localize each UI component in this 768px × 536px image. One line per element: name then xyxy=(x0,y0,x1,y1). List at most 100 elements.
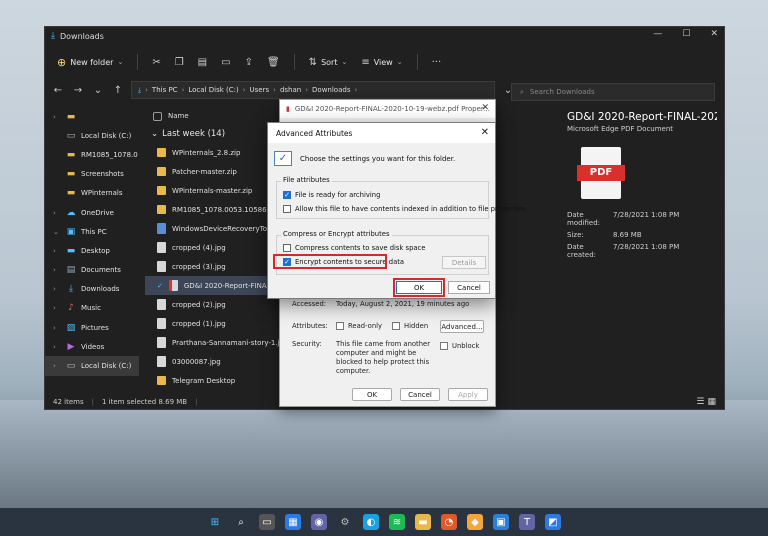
archiving-checkbox[interactable]: ✓ xyxy=(283,191,291,199)
details-view-icon[interactable]: ☰ xyxy=(696,397,704,407)
widgets-icon[interactable]: ▦ xyxy=(285,514,301,530)
address-bar[interactable]: ⤓ › This PC › Local Disk (C:) › Users › … xyxy=(131,81,495,99)
title-bar: ⤓ Downloads xyxy=(45,27,724,45)
breadcrumb[interactable]: Downloads xyxy=(312,86,350,94)
view-button[interactable]: ≡ View ⌄ xyxy=(361,57,402,68)
chat-icon[interactable]: ◉ xyxy=(311,514,327,530)
cancel-button[interactable]: Cancel xyxy=(400,388,440,401)
close-icon[interactable]: ✕ xyxy=(481,103,489,113)
pictures-icon: ▨ xyxy=(66,322,76,333)
ok-button[interactable]: OK xyxy=(352,388,392,401)
download-icon: ⤓ xyxy=(138,85,142,94)
minimize-icon[interactable]: — xyxy=(653,29,662,39)
sidebar-item-rm1085[interactable]: ▬ RM1085_1078.0 xyxy=(45,145,139,164)
compress-checkbox[interactable] xyxy=(283,244,291,252)
sidebar-item-desktop[interactable]: › ▬ Desktop xyxy=(45,241,139,260)
pdf-icon: ▮ xyxy=(286,105,290,113)
recent-locations-icon[interactable]: ⌄ xyxy=(91,85,105,96)
breadcrumb[interactable]: Local Disk (C:) xyxy=(188,86,238,94)
new-folder-icon: ⊕ xyxy=(57,55,67,69)
sidebar-item-music[interactable]: › ♪ Music xyxy=(45,299,139,318)
up-arrow-icon[interactable]: ↑ xyxy=(111,85,125,96)
unblock-checkbox[interactable] xyxy=(440,342,448,350)
forward-arrow-icon[interactable]: → xyxy=(71,85,85,96)
compress-option[interactable]: Compress contents to save disk space xyxy=(283,244,425,252)
app-icon[interactable]: ◩ xyxy=(545,514,561,530)
sort-button[interactable]: ⇅ Sort ⌄ xyxy=(309,57,348,68)
archiving-option[interactable]: ✓ File is ready for archiving xyxy=(283,191,380,199)
task-view-icon[interactable]: ▭ xyxy=(259,514,275,530)
spotify-icon[interactable]: ≋ xyxy=(389,514,405,530)
new-folder-button[interactable]: ⊕ New folder ⌄ xyxy=(57,56,123,69)
sidebar-item-screenshots[interactable]: ▬ Screenshots xyxy=(45,165,139,184)
app-icon[interactable]: ◆ xyxy=(467,514,483,530)
folder-icon: ▬ xyxy=(66,149,76,160)
attributes-row: Attributes: Read-only Hidden xyxy=(292,322,429,330)
close-icon[interactable]: ✕ xyxy=(481,127,489,138)
file-explorer-icon[interactable]: ▬ xyxy=(415,514,431,530)
zip-folder-icon xyxy=(157,167,166,176)
sidebar-item-onedrive[interactable]: › ☁ OneDrive xyxy=(45,203,139,222)
sidebar-item-this-pc[interactable]: ⌄ ▣ This PC xyxy=(45,222,139,241)
sidebar-item-wpinternals[interactable]: ▬ WPinternals xyxy=(45,184,139,203)
command-bar: ⊕ New folder ⌄ ✂ ❐ ▤ ▭ ⇪ 🗑 ⇅ Sort ⌄ ≡ Vi… xyxy=(45,45,724,79)
settings-gear-icon[interactable]: ⚙ xyxy=(337,514,353,530)
breadcrumb[interactable]: Users xyxy=(250,86,270,94)
sidebar-item-local-disk[interactable]: ▭ Local Disk (C:) xyxy=(45,126,139,145)
share-icon[interactable]: ⇪ xyxy=(245,57,253,68)
tiles-view-icon[interactable]: ▦ xyxy=(707,397,716,407)
image-file-icon xyxy=(157,261,166,272)
prop-date-modified: Date modified: 7/28/2021 1:08 PM xyxy=(567,211,680,227)
cut-icon[interactable]: ✂ xyxy=(152,57,160,68)
search-icon[interactable]: ⌕ xyxy=(233,514,249,530)
paste-icon[interactable]: ▤ xyxy=(198,57,207,68)
ok-button[interactable]: OK xyxy=(396,281,442,294)
advanced-button[interactable]: Advanced... xyxy=(440,320,484,333)
details-button[interactable]: Details xyxy=(442,256,486,269)
hidden-checkbox[interactable] xyxy=(392,322,401,330)
sidebar-item-pictures[interactable]: › ▨ Pictures xyxy=(45,318,139,337)
sidebar-item-documents[interactable]: › ▤ Documents xyxy=(45,261,139,280)
sidebar-item-videos[interactable]: › ▶ Videos xyxy=(45,337,139,356)
navigation-pane: › ▬ ▭ Local Disk (C:) ▬ RM1085_1078.0 ▬ Scre… xyxy=(45,107,139,397)
breadcrumb[interactable]: dshan xyxy=(280,86,301,94)
name-column-header[interactable]: Name xyxy=(168,112,189,120)
search-box[interactable]: ⌕ Search Downloads xyxy=(511,83,715,101)
indexing-checkbox[interactable] xyxy=(283,205,291,213)
window-title: Downloads xyxy=(59,31,104,41)
store-icon[interactable]: ▣ xyxy=(493,514,509,530)
drive-icon: ▭ xyxy=(66,130,76,141)
copy-icon[interactable]: ❐ xyxy=(175,57,184,68)
more-options-button[interactable]: ··· xyxy=(432,57,442,68)
toolbar-divider xyxy=(293,54,295,70)
teams-icon[interactable]: T xyxy=(519,514,535,530)
breadcrumb[interactable]: This PC xyxy=(152,86,178,94)
sidebar-item-quick-folder[interactable]: › ▬ xyxy=(45,107,139,126)
close-icon[interactable]: ✕ xyxy=(710,29,718,39)
maximize-icon[interactable]: ☐ xyxy=(682,29,690,39)
delete-icon[interactable]: 🗑 xyxy=(267,57,280,68)
videos-icon: ▶ xyxy=(67,341,75,352)
folder-icon xyxy=(157,376,166,385)
advanced-attributes-dialog: Advanced Attributes ✕ ✓ Choose the setti… xyxy=(267,122,525,299)
back-arrow-icon[interactable]: ← xyxy=(51,85,65,96)
rename-icon[interactable]: ▭ xyxy=(221,57,230,68)
edge-browser-icon[interactable]: ◐ xyxy=(363,514,379,530)
pdf-file-icon xyxy=(168,280,178,291)
indexing-option[interactable]: Allow this file to have contents indexed… xyxy=(283,205,525,213)
security-row: Security: This file came from another co… xyxy=(292,340,430,375)
search-input[interactable]: Search Downloads xyxy=(530,88,595,96)
preview-properties: Date modified: 7/28/2021 1:08 PM Size: 8.6… xyxy=(567,211,717,259)
checkmark-icon: ✓ xyxy=(157,281,163,290)
select-all-checkbox[interactable] xyxy=(153,111,162,121)
image-file-icon xyxy=(157,299,166,310)
apply-button[interactable]: Apply xyxy=(448,388,488,401)
sidebar-item-downloads[interactable]: › ⤓ Downloads xyxy=(45,280,139,299)
cancel-button[interactable]: Cancel xyxy=(448,281,490,294)
readonly-checkbox[interactable] xyxy=(336,322,344,330)
item-count: 42 items xyxy=(53,398,84,406)
windows-start-icon[interactable]: ⊞ xyxy=(207,514,223,530)
sidebar-item-local-disk-c[interactable]: › ▭ Local Disk (C:) xyxy=(45,356,139,376)
app-icon[interactable]: ◔ xyxy=(441,514,457,530)
pdf-label: PDF xyxy=(577,165,625,181)
